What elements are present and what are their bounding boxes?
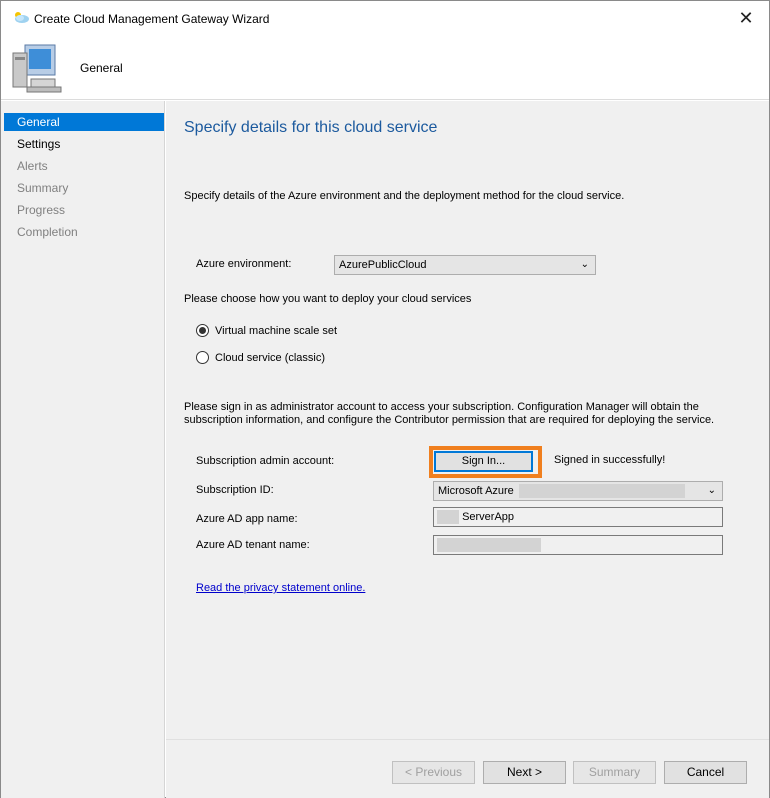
- privacy-statement-link[interactable]: Read the privacy statement online.: [196, 582, 365, 594]
- close-icon: ✕: [738, 7, 754, 28]
- close-button[interactable]: ✕: [723, 1, 769, 35]
- wizard-steps-sidebar: General Settings Alerts Summary Progress…: [1, 101, 165, 798]
- chevron-down-icon: ⌄: [580, 259, 589, 270]
- page-description: Specify details of the Azure environment…: [184, 190, 625, 202]
- sidebar-item-general[interactable]: General: [4, 113, 164, 131]
- window-title: Create Cloud Management Gateway Wizard: [34, 12, 270, 26]
- sign-in-button[interactable]: Sign In...: [434, 451, 533, 472]
- app-name-field[interactable]: ServerApp: [433, 507, 723, 527]
- redacted-block: [518, 484, 685, 499]
- wizard-content: Specify details for this cloud service S…: [166, 101, 769, 739]
- sidebar-item-summary: Summary: [17, 181, 69, 195]
- next-button[interactable]: Next >: [483, 761, 566, 784]
- deploy-prompt: Please choose how you want to deploy you…: [184, 293, 472, 305]
- radio-selected-icon: [196, 324, 209, 337]
- wizard-footer: < Previous Next > Summary Cancel: [166, 739, 769, 798]
- sidebar-item-progress: Progress: [17, 203, 66, 217]
- radio-vm-scale-set-label: Virtual machine scale set: [215, 324, 338, 337]
- radio-cloud-service-classic-label: Cloud service (classic): [215, 351, 326, 364]
- app-name-value: ServerApp: [462, 511, 515, 523]
- summary-button[interactable]: Summary: [573, 761, 656, 784]
- wizard-header: General: [1, 35, 769, 100]
- radio-vm-scale-set[interactable]: Virtual machine scale set: [196, 324, 337, 337]
- app-name-label: Azure AD app name:: [196, 513, 298, 525]
- azure-environment-label: Azure environment:: [196, 258, 292, 270]
- radio-unselected-icon: [196, 351, 209, 364]
- azure-environment-value: AzurePublicCloud: [339, 259, 427, 271]
- sidebar-item-alerts: Alerts: [17, 159, 48, 173]
- sidebar-item-settings[interactable]: Settings: [4, 135, 164, 153]
- computer-icon: [12, 44, 62, 93]
- signin-status-text: Signed in successfully!: [554, 454, 666, 466]
- cloud-sun-icon: [15, 12, 29, 23]
- header-title: General: [80, 61, 123, 75]
- wizard-window: Create Cloud Management Gateway Wizard ✕…: [0, 0, 770, 798]
- title-bar: Create Cloud Management Gateway Wizard ✕: [1, 1, 769, 35]
- page-title: Specify details for this cloud service: [184, 119, 438, 136]
- subscription-id-value: Microsoft Azure: [438, 485, 514, 497]
- tenant-name-field[interactable]: [433, 535, 723, 555]
- signin-instructions: Please sign in as administrator account …: [184, 401, 715, 426]
- radio-cloud-service-classic[interactable]: Cloud service (classic): [196, 351, 325, 364]
- subscription-admin-label: Subscription admin account:: [196, 455, 335, 467]
- redacted-block: [437, 538, 541, 553]
- previous-button[interactable]: < Previous: [392, 761, 475, 784]
- azure-environment-dropdown[interactable]: AzurePublicCloud ⌄: [334, 255, 596, 275]
- chevron-down-icon: ⌄: [707, 485, 716, 496]
- cancel-button[interactable]: Cancel: [664, 761, 747, 784]
- redacted-block: [437, 510, 459, 525]
- tenant-name-label: Azure AD tenant name:: [196, 539, 310, 551]
- subscription-id-label: Subscription ID:: [196, 484, 274, 496]
- sidebar-item-completion: Completion: [17, 225, 78, 239]
- subscription-id-dropdown[interactable]: Microsoft Azure ⌄: [433, 481, 723, 501]
